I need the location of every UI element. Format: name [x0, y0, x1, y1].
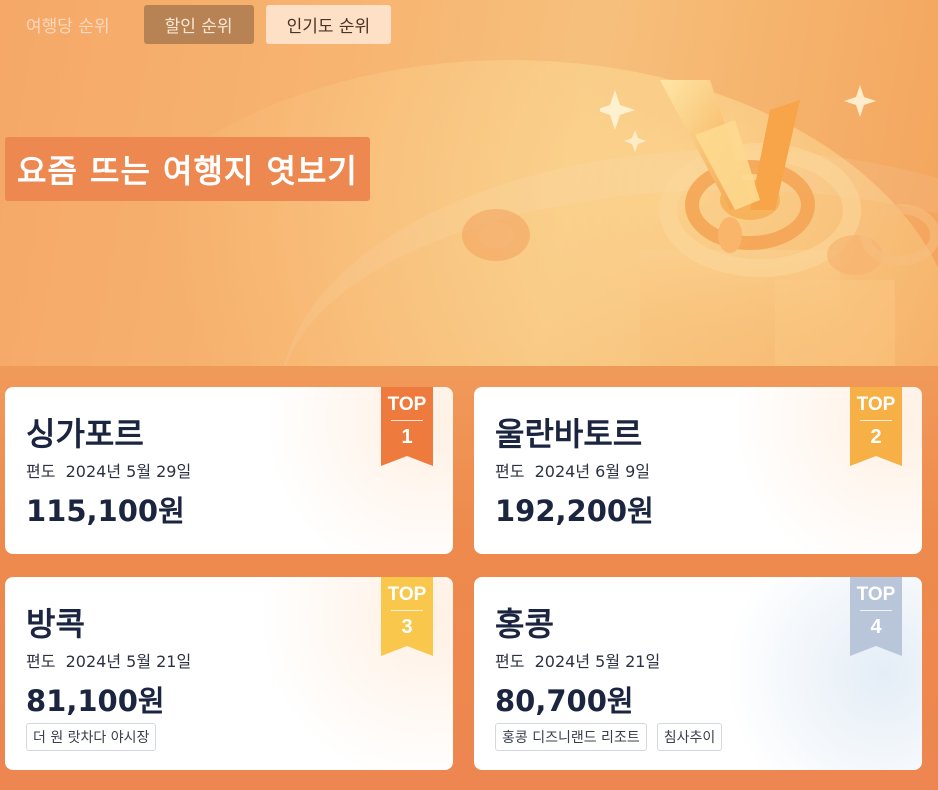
rank-label: TOP: [387, 394, 427, 415]
rank-number: 3: [401, 616, 413, 638]
city-name: 방콕: [26, 605, 85, 643]
banner-title: 요즘 뜨는 여행지 엿보기: [5, 137, 370, 201]
price: 80,700원: [495, 684, 634, 718]
city-name: 홍콩: [495, 605, 554, 643]
price: 192,200원: [495, 494, 654, 528]
price: 81,100원: [26, 684, 165, 718]
tab-popularity-ranking[interactable]: 인기도 순위: [265, 4, 392, 44]
rank-divider: [391, 610, 423, 611]
city-name: 싱가포르: [26, 415, 144, 453]
destination-card-3[interactable]: 방콕 편도 2024년 5월 21일 81,100원 더 원 랏차다 야시장 T…: [5, 577, 453, 770]
attraction-tag[interactable]: 홍콩 디즈니랜드 리조트: [495, 723, 647, 751]
coin-decoration-icon: [462, 209, 530, 261]
rank-divider: [860, 610, 892, 611]
tag-list: 홍콩 디즈니랜드 리조트 침사추이: [495, 723, 723, 751]
destination-card-1[interactable]: 싱가포르 편도 2024년 5월 29일 115,100원 TOP 1: [5, 387, 453, 554]
tab-discount-ranking[interactable]: 할인 순위: [143, 4, 254, 44]
ranking-tabs: 여행당 순위 할인 순위 인기도 순위: [0, 4, 392, 44]
rank-divider: [860, 420, 892, 421]
price: 115,100원: [26, 494, 185, 528]
attraction-tag[interactable]: 더 원 랏차다 야시장: [26, 723, 157, 751]
tab-travel-ranking[interactable]: 여행당 순위: [0, 5, 140, 44]
rank-number: 2: [870, 426, 882, 448]
trip-date: 편도 2024년 5월 21일: [495, 652, 661, 671]
attraction-tag[interactable]: 침사추이: [656, 723, 723, 751]
rank-label: TOP: [856, 394, 896, 415]
trip-date: 편도 2024년 5월 29일: [26, 462, 192, 481]
rank-label: TOP: [856, 584, 896, 605]
destination-card-4[interactable]: 홍콩 편도 2024년 5월 21일 80,700원 홍콩 디즈니랜드 리조트 …: [474, 577, 922, 770]
rank-number: 4: [870, 616, 882, 638]
trophy-illustration-icon: [600, 80, 938, 370]
tag-list: 더 원 랏차다 야시장: [26, 723, 157, 751]
rank-divider: [391, 420, 423, 421]
trip-date: 편도 2024년 5월 21일: [26, 652, 192, 671]
trip-date: 편도 2024년 6월 9일: [495, 462, 651, 481]
city-name: 울란바토르: [495, 415, 643, 453]
rank-label: TOP: [387, 584, 427, 605]
rank-number: 1: [401, 426, 413, 448]
destination-card-2[interactable]: 울란바토르 편도 2024년 6월 9일 192,200원 TOP 2: [474, 387, 922, 554]
